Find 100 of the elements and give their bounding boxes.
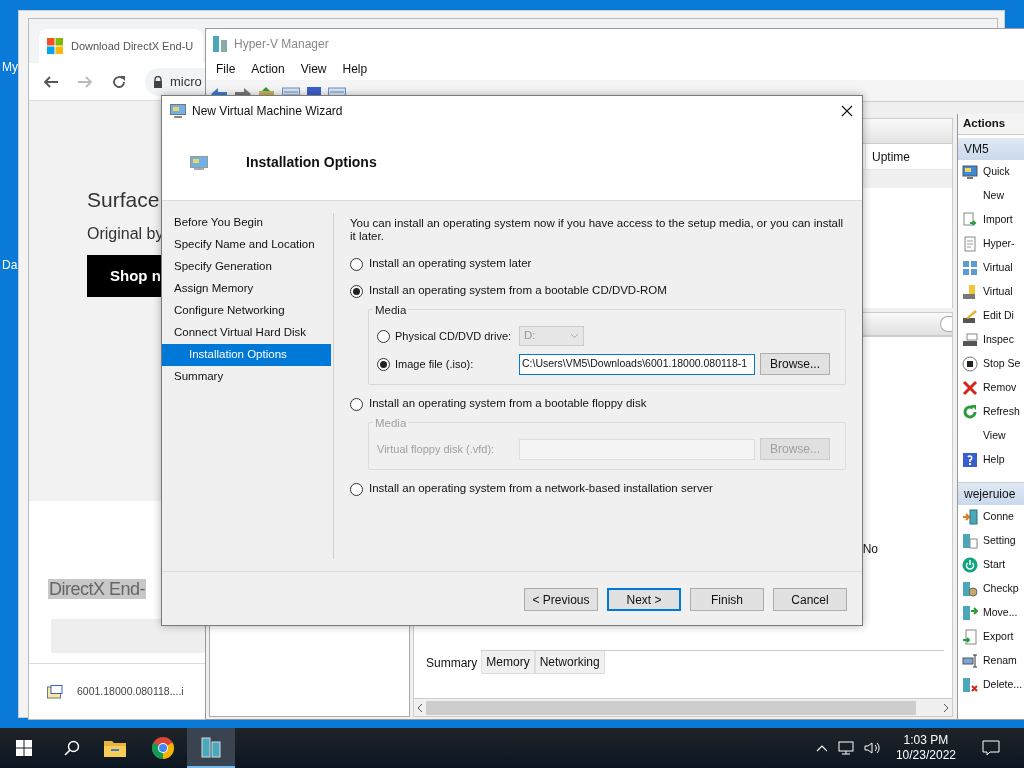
rename-icon bbox=[962, 653, 978, 669]
option-label[interactable]: Install an operating system from a bootable CD/DVD-ROM bbox=[369, 282, 667, 300]
radio-button[interactable] bbox=[350, 397, 363, 411]
pane-command[interactable]: New bbox=[958, 184, 1024, 208]
field-label: Virtual floppy disk (.vfd): bbox=[377, 441, 495, 457]
server-icon bbox=[962, 284, 978, 300]
pane-command[interactable]: Edit Di bbox=[958, 304, 1024, 328]
pane-command[interactable]: Delete... bbox=[958, 673, 1024, 697]
refresh-icon bbox=[962, 404, 978, 420]
pane-command[interactable]: Hyper- bbox=[958, 232, 1024, 256]
wizard-step[interactable]: Connect Virtual Hard Disk bbox=[162, 322, 331, 344]
option-label[interactable]: Install an operating system from a bootable floppy disk bbox=[369, 395, 647, 413]
pane-command[interactable]: Conne bbox=[958, 505, 1024, 529]
document-icon bbox=[962, 236, 978, 252]
clock-date[interactable]: 10/23/2022 bbox=[895, 748, 956, 763]
microsoft-logo-icon bbox=[47, 38, 63, 54]
pane-command[interactable]: Start bbox=[958, 553, 1024, 577]
browser-tab[interactable]: Download DirectX End-U bbox=[39, 29, 203, 63]
pane-title: Actions bbox=[958, 114, 1024, 135]
pane-command[interactable]: Import bbox=[958, 208, 1024, 232]
lock-icon bbox=[153, 75, 163, 88]
scroll-right-icon[interactable] bbox=[942, 702, 950, 713]
stop-icon bbox=[962, 356, 978, 372]
disc-file-icon bbox=[47, 684, 63, 699]
disk-pencil-icon bbox=[962, 308, 978, 324]
monitor-icon bbox=[170, 103, 186, 118]
group-header[interactable]: wejeruioe bbox=[958, 483, 1024, 505]
notification-icon[interactable] bbox=[982, 740, 1000, 756]
pane-command[interactable]: Refresh bbox=[958, 400, 1024, 424]
pane-command[interactable]: Checkp bbox=[958, 577, 1024, 601]
tab[interactable]: Memory bbox=[481, 651, 535, 674]
intro-text: You can install an operating system now if you have access to the setup media, or you can install it later. bbox=[350, 217, 845, 243]
option-label[interactable]: Install an operating system from a network-based installation server bbox=[369, 480, 713, 498]
pane-command[interactable]: Help bbox=[958, 448, 1024, 472]
server-document-icon bbox=[962, 533, 978, 549]
pane-command[interactable]: Remov bbox=[958, 376, 1024, 400]
scroll-left-icon[interactable] bbox=[416, 702, 424, 713]
menu-item[interactable]: View bbox=[300, 60, 327, 78]
desktop-icon-label[interactable]: My bbox=[2, 58, 18, 76]
radio-button[interactable] bbox=[377, 329, 390, 343]
wizard-step[interactable]: Before You Begin bbox=[162, 212, 331, 234]
column-header[interactable]: Uptime bbox=[865, 144, 952, 169]
download-filename[interactable]: 6001.18000.080118....i bbox=[77, 683, 184, 700]
pane-command[interactable]: Renam bbox=[958, 649, 1024, 673]
menu-item[interactable]: Help bbox=[342, 60, 368, 78]
dialog-button[interactable]: < Previous bbox=[524, 588, 598, 611]
menu-item[interactable]: Action bbox=[251, 60, 285, 78]
search-icon[interactable] bbox=[64, 740, 80, 756]
network-icon[interactable] bbox=[837, 741, 854, 755]
menu-item[interactable]: File bbox=[216, 60, 236, 78]
radio-button[interactable] bbox=[350, 284, 363, 298]
option-label[interactable]: Install an operating system later bbox=[369, 255, 532, 273]
chevron-up-icon[interactable] bbox=[815, 744, 828, 752]
chrome-icon bbox=[151, 736, 175, 760]
pane-command[interactable]: Quick bbox=[958, 160, 1024, 184]
pane-command[interactable]: Virtual bbox=[958, 256, 1024, 280]
close-icon bbox=[962, 380, 978, 396]
folder-icon bbox=[103, 738, 127, 758]
selected-title: DirectX End- bbox=[48, 579, 147, 599]
group-header[interactable]: VM5 bbox=[958, 138, 1024, 160]
wizard-step[interactable]: Configure Networking bbox=[162, 300, 331, 322]
server-clock-icon bbox=[962, 581, 978, 597]
dialog-button[interactable]: Finish bbox=[690, 588, 764, 611]
pane-command[interactable]: Stop Se bbox=[958, 352, 1024, 376]
desktop-icon-label[interactable]: Da bbox=[2, 256, 18, 274]
wizard-step[interactable]: Specify Name and Location bbox=[162, 234, 331, 256]
radio-button[interactable] bbox=[350, 257, 363, 271]
radio-button[interactable] bbox=[350, 482, 363, 496]
dialog-button[interactable]: Next > bbox=[607, 588, 681, 611]
pane-command[interactable]: Export bbox=[958, 625, 1024, 649]
pane-command[interactable]: Move... bbox=[958, 601, 1024, 625]
close-icon[interactable] bbox=[841, 104, 853, 117]
pane-command[interactable]: Inspec bbox=[958, 328, 1024, 352]
server-icon bbox=[212, 34, 228, 53]
window-title: Hyper-V Manager bbox=[234, 35, 329, 53]
server-delete-icon bbox=[962, 677, 978, 693]
monitor-icon bbox=[962, 164, 978, 180]
pane-command[interactable]: View bbox=[958, 424, 1024, 448]
wizard-step[interactable]: Installation Options bbox=[162, 344, 331, 366]
volume-icon[interactable] bbox=[863, 741, 880, 755]
page-heading: Surface bbox=[87, 187, 160, 213]
windows-start-icon[interactable] bbox=[16, 740, 32, 756]
wizard-step[interactable]: Summary bbox=[162, 366, 331, 388]
scrollbar-thumb[interactable] bbox=[426, 700, 916, 715]
field-label: Physical CD/DVD drive: bbox=[395, 328, 512, 344]
path-input[interactable]: C:\Users\VM5\Downloads\6001.18000.080118-1 bbox=[519, 353, 755, 375]
reload-icon[interactable] bbox=[111, 73, 127, 90]
dialog-title: New Virtual Machine Wizard bbox=[192, 102, 343, 120]
page-heading: Installation Options bbox=[246, 153, 377, 172]
pane-command[interactable]: Virtual bbox=[958, 280, 1024, 304]
taskbar-app[interactable] bbox=[187, 728, 235, 768]
back-arrow-icon[interactable] bbox=[43, 73, 59, 90]
tab[interactable]: Networking bbox=[534, 651, 605, 674]
pane-command[interactable]: Setting bbox=[958, 529, 1024, 553]
browse-button[interactable]: Browse... bbox=[760, 353, 830, 375]
clock-time[interactable]: 1:03 PM bbox=[903, 733, 949, 748]
server-arrow-icon bbox=[962, 605, 978, 621]
document-arrow-icon bbox=[962, 212, 978, 228]
radio-button[interactable] bbox=[377, 357, 390, 371]
dialog-button[interactable]: Cancel bbox=[773, 588, 847, 611]
